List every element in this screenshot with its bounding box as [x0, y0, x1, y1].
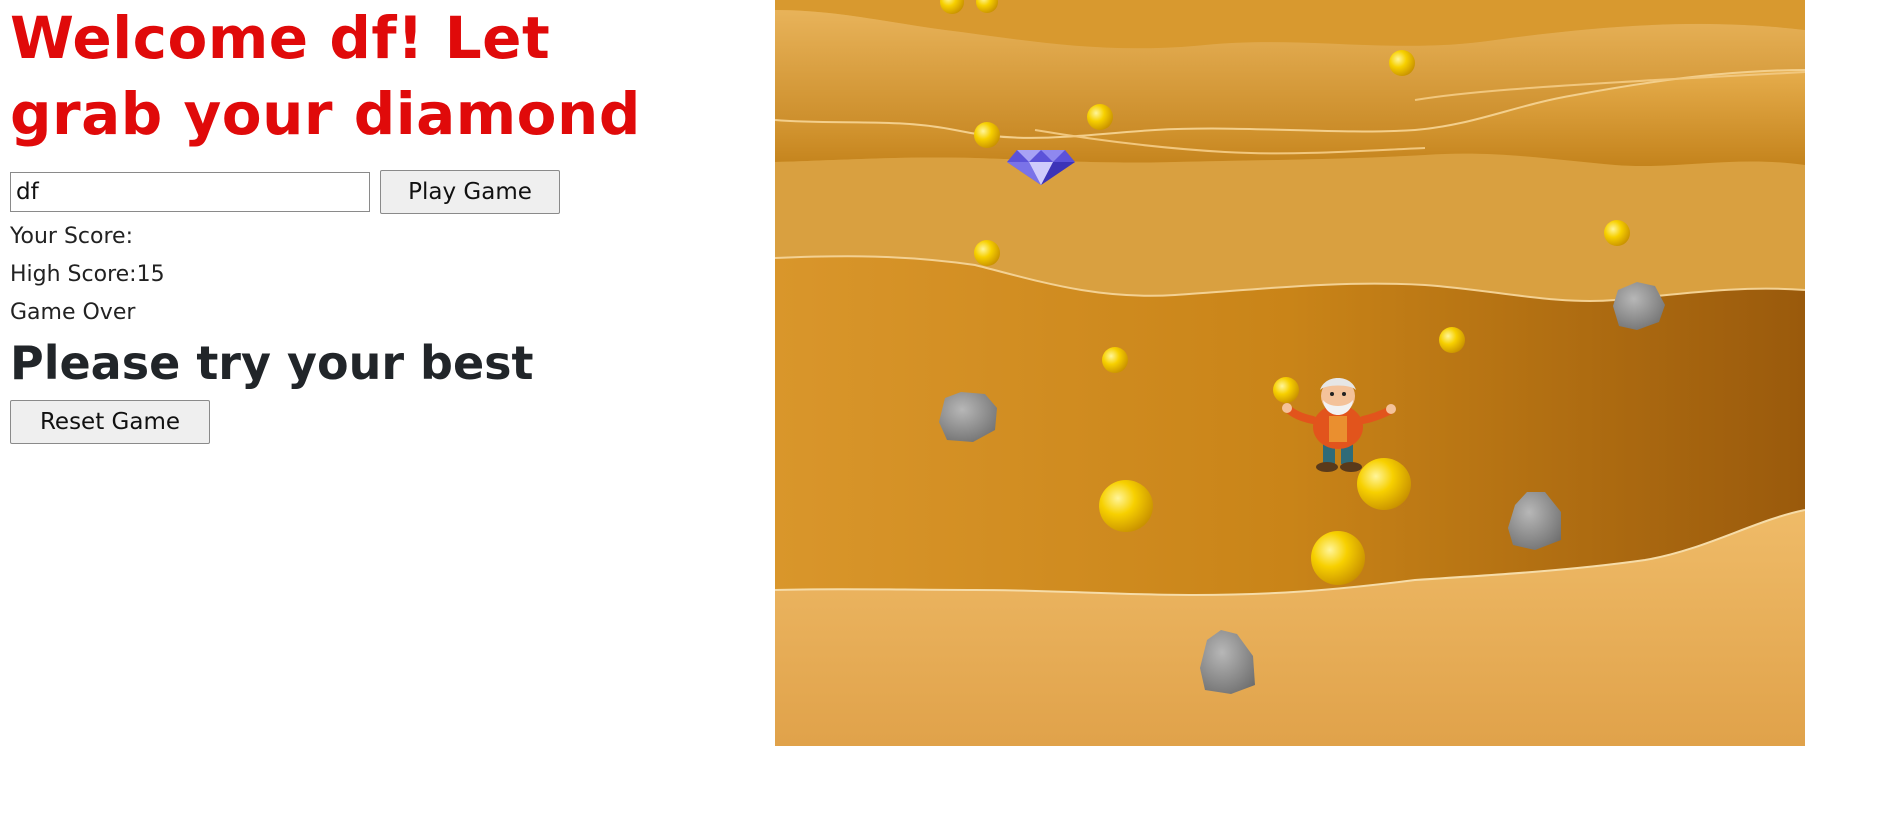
player-name-input[interactable] — [10, 172, 370, 212]
mine-scene — [775, 0, 1805, 746]
player-form: Play Game — [10, 170, 750, 214]
game-canvas[interactable] — [775, 0, 1805, 746]
game-over-label: Game Over — [10, 300, 136, 325]
score-label: Your Score: — [10, 224, 133, 249]
high-score-label: High Score:15 — [10, 262, 165, 287]
reset-game-button[interactable]: Reset Game — [10, 400, 210, 444]
left-panel: Welcome df! Let grab your diamond Play G… — [10, 0, 750, 444]
welcome-title: Welcome df! Let grab your diamond — [10, 4, 641, 148]
play-game-button[interactable]: Play Game — [380, 170, 560, 214]
encourage-heading: Please try your best — [10, 336, 534, 390]
